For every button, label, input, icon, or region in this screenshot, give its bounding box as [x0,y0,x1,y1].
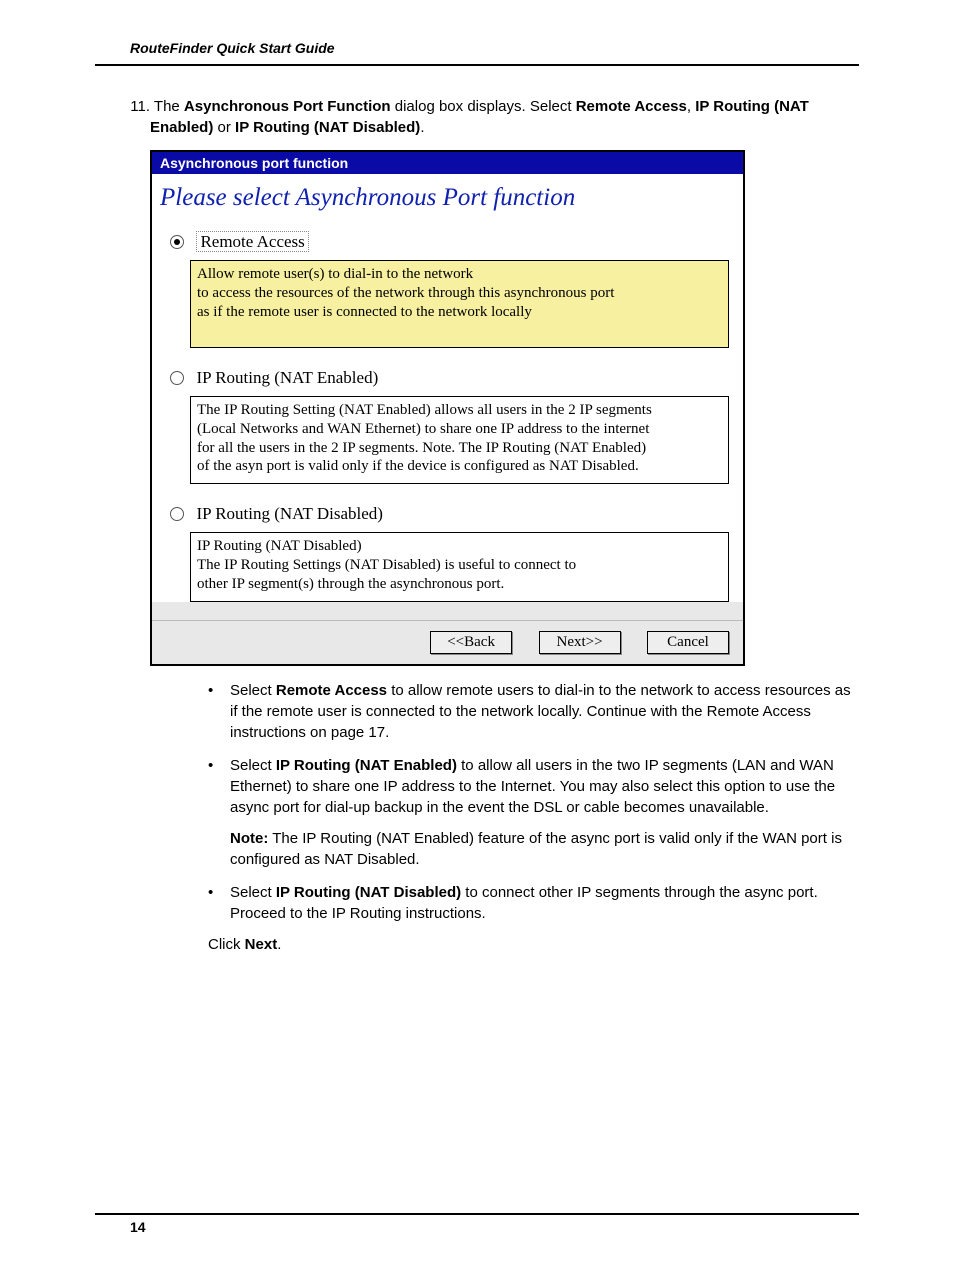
page-number: 14 [130,1219,146,1235]
bullet-nat-enabled: Select IP Routing (NAT Enabled) to allow… [208,755,859,870]
radio-icon[interactable] [170,235,184,249]
step-number: 11. [122,96,150,117]
option-remote-access-desc: Allow remote user(s) to dial-in to the n… [190,260,729,348]
async-port-dialog: Asynchronous port function Please select… [150,150,745,666]
bullet-nat-disabled: Select IP Routing (NAT Disabled) to conn… [208,882,859,924]
option-remote-access[interactable]: Remote Access [152,230,743,256]
option-nat-enabled-desc: The IP Routing Setting (NAT Enabled) all… [190,396,729,484]
header-title: RouteFinder Quick Start Guide [130,40,335,56]
bullet-list: Select Remote Access to allow remote use… [150,680,859,924]
step-text: The Asynchronous Port Function dialog bo… [150,98,809,136]
radio-icon[interactable] [170,507,184,521]
footer: 14 [95,1213,859,1237]
option-ip-routing-nat-disabled[interactable]: IP Routing (NAT Disabled) [152,502,743,528]
option-nat-disabled-desc: IP Routing (NAT Disabled) The IP Routing… [190,532,729,602]
cancel-button[interactable]: Cancel [647,631,729,654]
option-ip-routing-nat-enabled[interactable]: IP Routing (NAT Enabled) [152,366,743,392]
option-label: Remote Access [196,231,308,252]
back-button[interactable]: <<Back [430,631,512,654]
dialog-buttons: <<Back Next>> Cancel [152,620,743,664]
header-bar: RouteFinder Quick Start Guide [95,40,859,66]
option-label: IP Routing (NAT Disabled) [196,504,383,523]
dialog-title: Asynchronous port function [152,152,743,174]
click-next: Click Next. [208,936,859,953]
dialog-heading: Please select Asynchronous Port function [152,180,743,230]
option-label: IP Routing (NAT Enabled) [196,368,378,387]
bullet-remote-access: Select Remote Access to allow remote use… [208,680,859,743]
radio-icon[interactable] [170,371,184,385]
step-11: 11. The Asynchronous Port Function dialo… [150,96,859,953]
next-button[interactable]: Next>> [539,631,621,654]
